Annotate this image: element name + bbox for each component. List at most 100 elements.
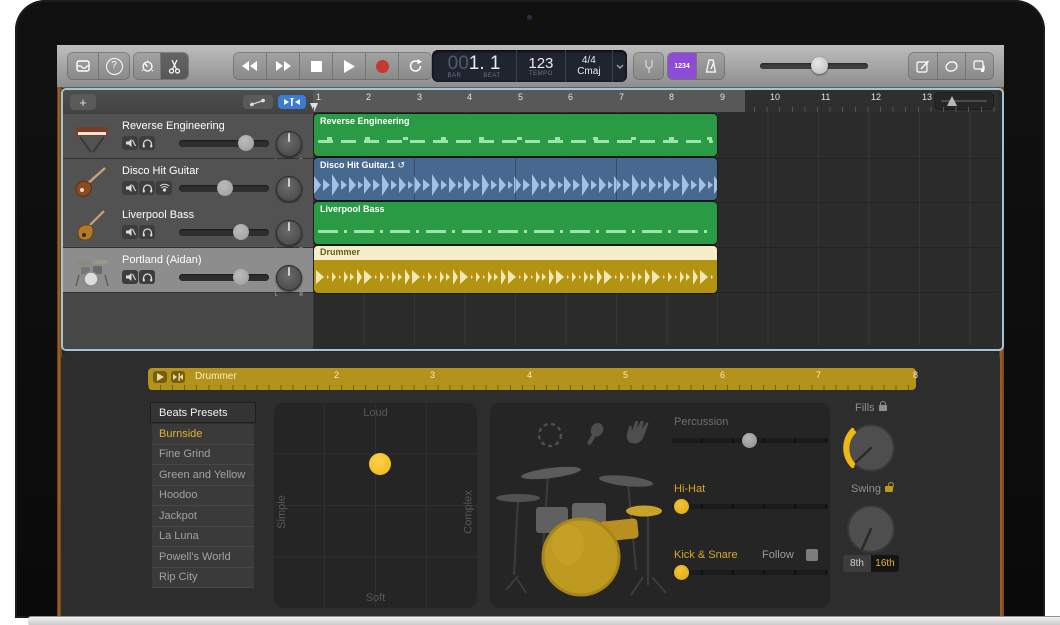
fills-lock-icon[interactable] [879,405,887,411]
mute-button[interactable] [122,136,138,150]
region-drummer[interactable]: Drummer [314,246,717,293]
preset-item-burnside[interactable]: Burnside [152,424,254,445]
rewind-icon [242,61,258,71]
ruler-number: 8 [669,92,674,102]
master-volume-slider[interactable] [760,63,868,69]
track-volume-slider[interactable] [179,140,269,147]
loop-browser-icon [944,61,959,72]
preset-item-rip-city[interactable]: Rip City [152,568,254,589]
track-volume-slider[interactable] [179,185,269,192]
help-button[interactable]: ? [99,53,129,79]
drummer-region-bar[interactable]: Drummer 2 3 4 5 6 7 8 [148,368,916,390]
media-browser-button[interactable] [966,53,993,79]
track-volume-slider[interactable] [179,274,269,281]
timeline-ruler[interactable]: 1 2 3 4 5 6 7 8 9 10 11 12 13 14 [313,90,998,113]
lcd-mode-chevron[interactable] [613,50,627,82]
preset-item-green-and-yellow[interactable]: Green and Yellow [152,465,254,486]
track-volume-thumb[interactable] [217,180,233,196]
rewind-button[interactable] [234,53,267,79]
xy-pad-puck[interactable] [369,453,391,475]
editor-ruler-number: 7 [816,370,821,380]
sixteenth-note-button[interactable]: 16th [871,555,899,572]
track-name: Portland (Aidan) [122,254,202,266]
follow-label: Follow [762,549,794,561]
preset-item-fine-grind[interactable]: Fine Grind [152,445,254,466]
track-row-disco-hit-guitar[interactable]: Disco Hit Guitar L R [63,159,313,204]
swing-knob[interactable] [843,501,899,557]
region-disco-hit-guitar[interactable]: Disco Hit Guitar.1 ↺ [314,158,717,200]
editor-play-button[interactable] [153,371,167,383]
track-volume-slider[interactable] [179,229,269,236]
hihat-slider[interactable] [672,504,828,509]
pan-knob[interactable]: L R [276,131,302,157]
solo-button[interactable] [139,136,155,150]
library-button[interactable] [68,53,99,79]
track-volume-thumb[interactable] [233,224,249,240]
metronome-button[interactable] [697,53,724,79]
track-row-portland-aidan[interactable]: Portland (Aidan) L R [63,248,313,293]
mute-button[interactable] [122,270,138,284]
region-reverse-engineering[interactable]: Reverse Engineering [314,114,717,156]
playhead-marker[interactable] [310,103,318,112]
drum-kit-illustration[interactable] [496,445,696,605]
pan-knob[interactable]: L R [276,220,302,246]
editor-button[interactable] [161,53,188,79]
arrangement-lanes[interactable]: Reverse Engineering Disco Hit Guitar.1 ↺ [313,112,998,345]
drum-kit-panel: Percussion Hi-Hat Kick & Snare Follow [490,403,830,608]
pan-knob[interactable]: L R [276,265,302,291]
input-monitoring-button[interactable] [156,181,172,195]
preset-item-jackpot[interactable]: Jackpot [152,506,254,527]
add-track-button[interactable]: + [70,94,96,110]
solo-button[interactable] [139,270,155,284]
swing-lock-icon[interactable] [885,486,893,492]
mute-solo-group [122,225,155,239]
metronome-icon [705,59,717,73]
automation-button[interactable] [243,95,273,109]
kick-snare-thumb[interactable] [674,565,689,580]
pan-knob[interactable]: L R [276,176,302,202]
eighth-note-button[interactable]: 8th [843,555,871,572]
percussion-slider[interactable] [672,438,828,443]
pan-left-label: L [275,292,278,298]
editor-catch-button[interactable] [171,371,185,383]
help-icon: ? [106,58,123,75]
forward-button[interactable] [267,53,300,79]
track-row-liverpool-bass[interactable]: Liverpool Bass L R [63,203,313,248]
cycle-button[interactable] [399,53,431,79]
notepad-button[interactable] [909,53,938,79]
record-button[interactable] [366,53,399,79]
solo-button[interactable] [139,225,155,239]
preset-item-powells-world[interactable]: Powell's World [152,547,254,568]
headphones-icon [142,138,153,148]
drummer-region-header: Drummer [314,246,717,260]
ruler-zoom-slider[interactable] [935,93,993,109]
lcd-display[interactable]: 001. 1 BARBEAT 123 TEMPO 4/4 Cmaj [432,50,627,82]
mute-icon [125,272,136,282]
region-liverpool-bass[interactable]: Liverpool Bass [314,202,717,244]
mute-button[interactable] [122,181,138,195]
count-in-button[interactable]: 1234 [668,53,697,79]
preset-item-la-luna[interactable]: La Luna [152,527,254,548]
fills-knob[interactable] [843,420,899,476]
catch-playhead-button[interactable] [278,95,306,109]
smart-controls-button[interactable] [134,53,161,79]
play-button[interactable] [333,53,366,79]
volume-thumb[interactable] [811,57,828,74]
kick-snare-slider[interactable] [672,570,828,575]
track-volume-thumb[interactable] [233,269,249,285]
tuner-button[interactable] [634,53,663,79]
loop-browser-button[interactable] [938,53,966,79]
mute-button[interactable] [122,225,138,239]
loop-divider [616,158,617,200]
track-row-reverse-engineering[interactable]: Reverse Engineering L R [63,114,313,159]
stop-button[interactable] [300,53,333,79]
zoom-slider-thumb[interactable] [947,96,957,106]
solo-button[interactable] [139,181,155,195]
preset-item-hoodoo[interactable]: Hoodoo [152,486,254,507]
track-volume-thumb[interactable] [238,135,254,151]
percussion-thumb[interactable] [742,433,757,448]
follow-checkbox[interactable] [806,549,818,561]
hihat-thumb[interactable] [674,499,689,514]
lcd-tempo-section: 123 TEMPO [517,50,566,82]
xy-pad[interactable]: Loud Soft Simple Complex [274,403,477,608]
